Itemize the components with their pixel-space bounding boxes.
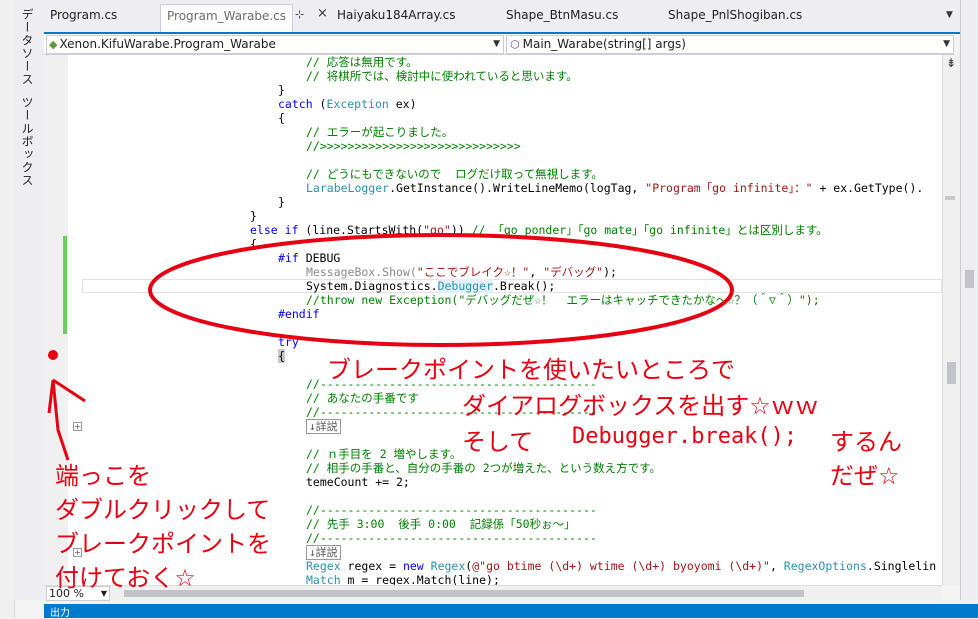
annotation-text: ブレークポイントを: [55, 530, 271, 558]
annotation-text: だぜ☆: [830, 462, 900, 490]
annotation-text: するん: [830, 428, 902, 456]
annotation-text: 付けておく☆: [55, 564, 196, 592]
breakpoint-dot: [48, 350, 58, 360]
highlight-ellipse: [148, 233, 734, 347]
annotation-text: ダブルクリックして: [55, 496, 271, 524]
annotation-text: ブレークポイントを使いたいところで: [327, 356, 735, 384]
annotation-text: 端っこを: [55, 462, 151, 490]
annotation-text: Debugger.break();: [572, 424, 798, 449]
annotation-text: ダイアログボックスを出す☆ｗｗ: [462, 392, 819, 420]
arrow-shaft: [51, 379, 70, 461]
annotation-text: そして: [462, 428, 534, 456]
